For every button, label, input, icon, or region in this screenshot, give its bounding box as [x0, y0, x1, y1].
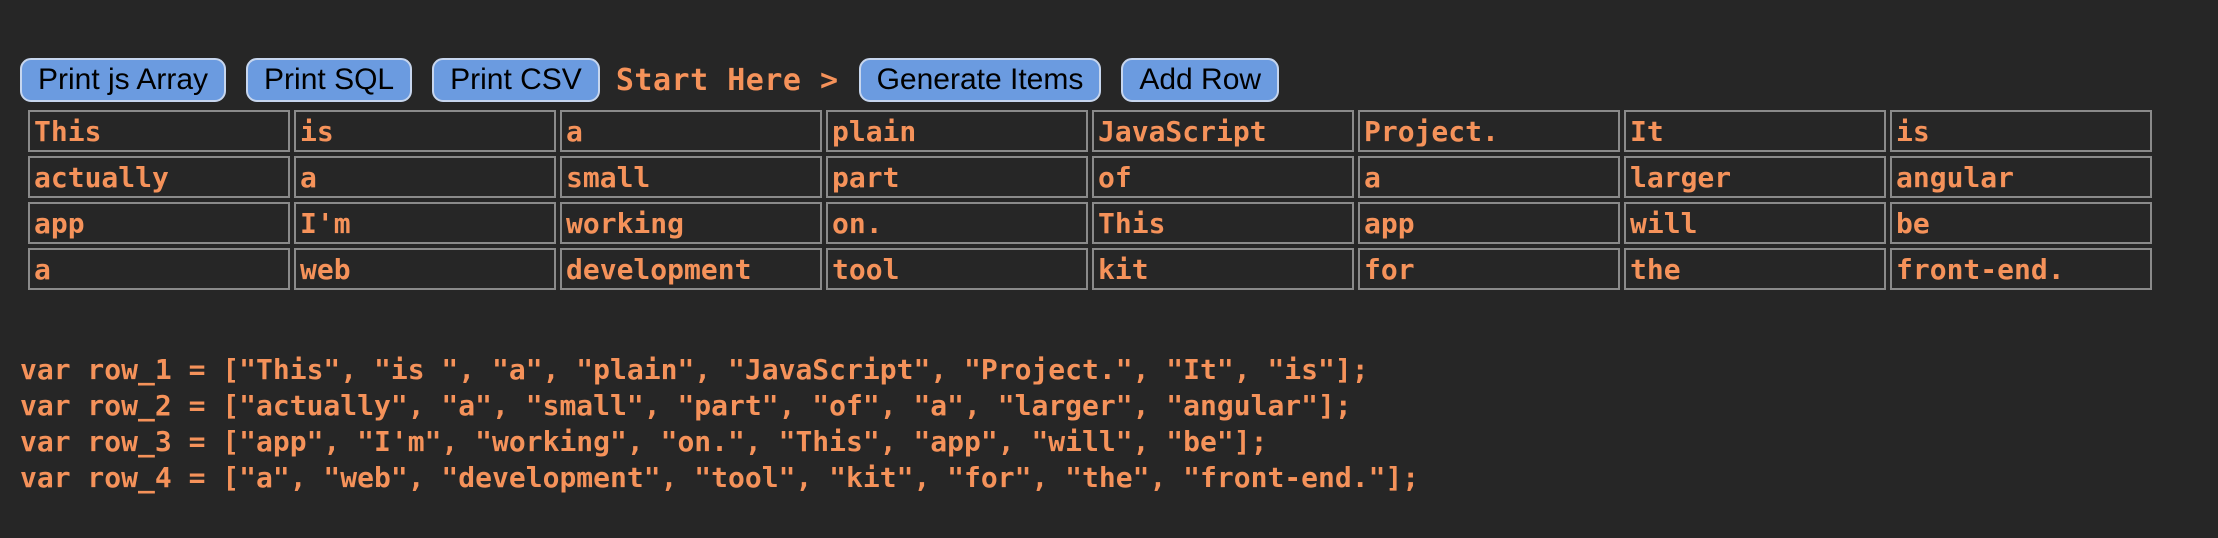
- grid-cell[interactable]: a: [28, 248, 290, 290]
- grid-cell[interactable]: It: [1624, 110, 1886, 152]
- grid-cell[interactable]: on.: [826, 202, 1088, 244]
- grid-cell[interactable]: a: [560, 110, 822, 152]
- print-csv-button[interactable]: Print CSV: [432, 58, 600, 102]
- toolbar: Print js Array Print SQL Print CSV Start…: [20, 58, 1280, 102]
- output-line: var row_1 = ["This", "is ", "a", "plain"…: [20, 353, 1369, 386]
- grid-cell[interactable]: a: [294, 156, 556, 198]
- grid-row: app I'm working on. This app will be: [28, 202, 2152, 244]
- grid-cell[interactable]: tool: [826, 248, 1088, 290]
- grid-cell[interactable]: small: [560, 156, 822, 198]
- word-grid: This is a plain JavaScript Project. It is actual…: [24, 106, 2156, 294]
- grid-cell[interactable]: for: [1358, 248, 1620, 290]
- grid-cell[interactable]: part: [826, 156, 1088, 198]
- start-here-label: Start Here >: [615, 62, 839, 98]
- grid-cell[interactable]: actually: [28, 156, 290, 198]
- output-line: var row_2 = ["actually", "a", "small", "…: [20, 389, 1352, 422]
- grid-cell[interactable]: JavaScript: [1092, 110, 1354, 152]
- grid-cell[interactable]: is: [294, 110, 556, 152]
- output-line: var row_4 = ["a", "web", "development", …: [20, 461, 1420, 494]
- grid-cell[interactable]: is: [1890, 110, 2152, 152]
- grid-row: This is a plain JavaScript Project. It is: [28, 110, 2152, 152]
- grid-cell[interactable]: be: [1890, 202, 2152, 244]
- grid-cell[interactable]: of: [1092, 156, 1354, 198]
- grid-cell[interactable]: This: [1092, 202, 1354, 244]
- grid-cell[interactable]: Project.: [1358, 110, 1620, 152]
- generate-items-button[interactable]: Generate Items: [858, 58, 1102, 102]
- grid-row: actually a small part of a larger angular: [28, 156, 2152, 198]
- grid-cell[interactable]: will: [1624, 202, 1886, 244]
- grid-cell[interactable]: web: [294, 248, 556, 290]
- grid-cell[interactable]: plain: [826, 110, 1088, 152]
- grid-cell[interactable]: larger: [1624, 156, 1886, 198]
- output-line: var row_3 = ["app", "I'm", "working", "o…: [20, 425, 1268, 458]
- grid-cell[interactable]: I'm: [294, 202, 556, 244]
- word-grid-body: This is a plain JavaScript Project. It is actual…: [28, 110, 2152, 290]
- grid-cell[interactable]: app: [1358, 202, 1620, 244]
- grid-cell[interactable]: kit: [1092, 248, 1354, 290]
- print-js-array-button[interactable]: Print js Array: [20, 58, 227, 102]
- grid-cell[interactable]: This: [28, 110, 290, 152]
- grid-cell[interactable]: front-end.: [1890, 248, 2152, 290]
- js-array-output: var row_1 = ["This", "is ", "a", "plain"…: [20, 352, 1419, 496]
- print-sql-button[interactable]: Print SQL: [246, 58, 413, 102]
- grid-cell[interactable]: the: [1624, 248, 1886, 290]
- grid-cell[interactable]: angular: [1890, 156, 2152, 198]
- grid-cell[interactable]: a: [1358, 156, 1620, 198]
- grid-cell[interactable]: working: [560, 202, 822, 244]
- add-row-button[interactable]: Add Row: [1121, 58, 1280, 102]
- grid-row: a web development tool kit for the front-end.: [28, 248, 2152, 290]
- grid-cell[interactable]: development: [560, 248, 822, 290]
- grid-cell[interactable]: app: [28, 202, 290, 244]
